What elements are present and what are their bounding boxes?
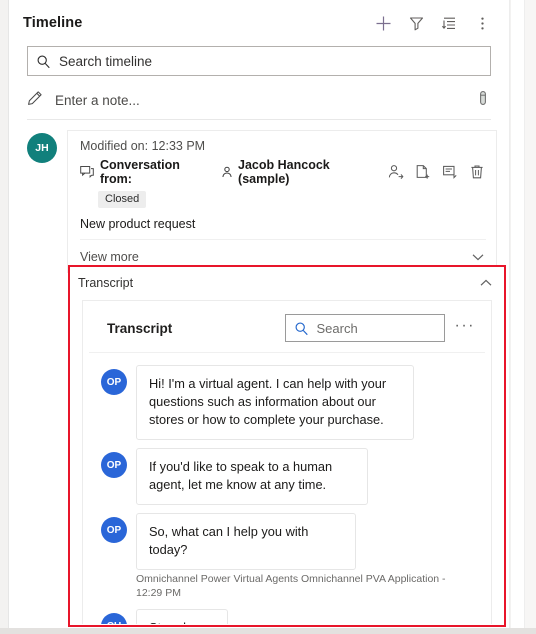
add-document-button[interactable] [414,162,432,182]
more-commands-button[interactable] [467,8,497,38]
attachment-icon[interactable] [475,90,491,111]
contact-icon [221,166,233,178]
transcript-section: Transcript Transcript Search ··· OP Hi! … [70,267,504,625]
search-placeholder: Search timeline [59,53,153,69]
add-contact-button[interactable] [387,162,405,182]
delete-button[interactable] [468,162,486,182]
conversation-person-name[interactable]: Jacob Hancock (sample) [238,158,383,186]
avatar: OP [101,517,127,543]
add-document-icon [415,164,431,180]
transcript-card-header: Transcript Search ··· [89,301,485,353]
more-vertical-icon [474,15,491,32]
add-record-button[interactable] [368,8,398,38]
note-input-placeholder: Enter a note... [55,93,140,108]
search-input[interactable]: Search timeline [27,46,491,76]
record-card: Modified on: 12:33 PM Conversation from:… [67,130,497,273]
timeline-panel-root: Timeline Search timeline Enter a note...… [0,0,536,634]
search-icon [294,321,309,336]
message-bubble: So, what can I help you with today? [136,513,356,570]
message-bubble: If you'd like to speak to a human agent,… [136,448,368,505]
view-more-label: View more [80,250,139,264]
avatar: CU [101,613,127,624]
search-timeline-wrap: Search timeline [9,46,509,76]
conversation-from-label: Conversation from: [100,158,180,186]
search-icon [36,54,51,69]
filter-icon [408,15,425,32]
transcript-card-title: Transcript [107,320,173,336]
timeline-header-actions [368,8,497,38]
window-bottom-edge [0,628,536,634]
transcript-section-header[interactable]: Transcript [70,267,504,299]
add-contact-icon [388,164,404,180]
transcript-more-button[interactable]: ··· [455,318,475,335]
filter-button[interactable] [401,8,431,38]
record-title-row: Conversation from: Jacob Hancock (sample… [80,158,486,186]
sort-descending-icon [441,15,458,32]
sort-button[interactable] [434,8,464,38]
record-modified-on: Modified on: 12:33 PM [80,139,206,153]
panel-right-gutter [511,0,525,628]
pencil-icon [27,90,43,111]
transcript-search-placeholder: Search [316,320,358,336]
message-bubble: Store hours [136,609,229,624]
transcript-section-label: Transcript [78,276,134,290]
page-title: Timeline [23,15,83,31]
chevron-up-icon[interactable] [478,275,494,291]
trash-icon [469,164,485,180]
enter-note-row[interactable]: Enter a note... [27,86,491,120]
record-row-actions [387,162,486,182]
avatar: OP [101,452,127,478]
avatar: JH [27,133,57,163]
chevron-down-icon [470,249,486,265]
timeline-header: Timeline [9,0,509,46]
list-item: CU Store hours [101,609,477,624]
page-background-strip [525,0,536,628]
message-bubble: Hi! I'm a virtual agent. I can help with… [136,365,414,440]
conversation-icon [80,165,94,179]
transcript-card: Transcript Search ··· OP Hi! I'm a virtu… [82,300,492,624]
record-subject: New product request [80,217,196,231]
transcript-message-list: OP Hi! I'm a virtual agent. I can help w… [83,353,491,624]
status-badge: Closed [98,191,147,208]
timeline-record: JH Modified on: 12:33 PM Conversation fr… [9,120,509,273]
message-timestamp: Omnichannel Power Virtual Agents Omnicha… [136,573,446,599]
add-note-icon [442,164,458,180]
add-note-button[interactable] [441,162,459,182]
avatar: OP [101,369,127,395]
list-item: OP So, what can I help you with today? [101,513,477,570]
list-item: OP Hi! I'm a virtual agent. I can help w… [101,365,477,440]
list-item: OP If you'd like to speak to a human age… [101,448,477,505]
transcript-search-input[interactable]: Search [284,314,445,342]
plus-icon [375,15,392,32]
